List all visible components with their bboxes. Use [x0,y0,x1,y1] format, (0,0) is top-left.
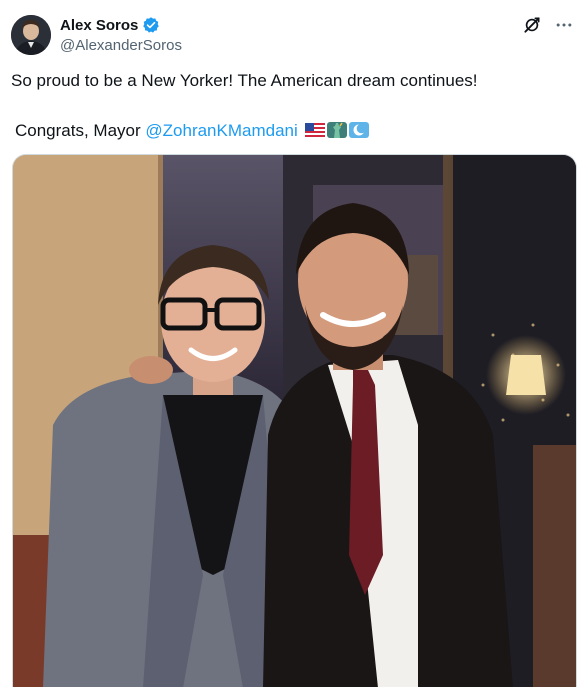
verified-badge-icon [142,16,160,34]
tweet-actions-top [521,14,575,36]
tweet-text-line-2: Congrats, Mayor @ZohranKMamdani [15,121,369,141]
author-name-row: Alex Soros [60,15,160,35]
author-display-name[interactable]: Alex Soros [60,17,138,34]
tweet-text-prefix: Congrats, Mayor [15,121,146,140]
us-flag-emoji [304,122,325,138]
tweet-text-line-1: So proud to be a New Yorker! The America… [11,71,478,90]
avatar[interactable] [11,15,51,55]
grok-icon[interactable] [521,14,543,36]
author-handle[interactable]: @AlexanderSoros [60,37,182,54]
tweet: Alex Soros @AlexanderSoros So proud to b… [0,0,583,687]
statue-of-liberty-emoji [326,122,347,138]
mention-link[interactable]: @ZohranKMamdani [145,121,297,140]
crescent-moon-emoji [348,122,369,138]
tweet-photo[interactable] [12,154,577,687]
more-icon[interactable] [553,14,575,36]
